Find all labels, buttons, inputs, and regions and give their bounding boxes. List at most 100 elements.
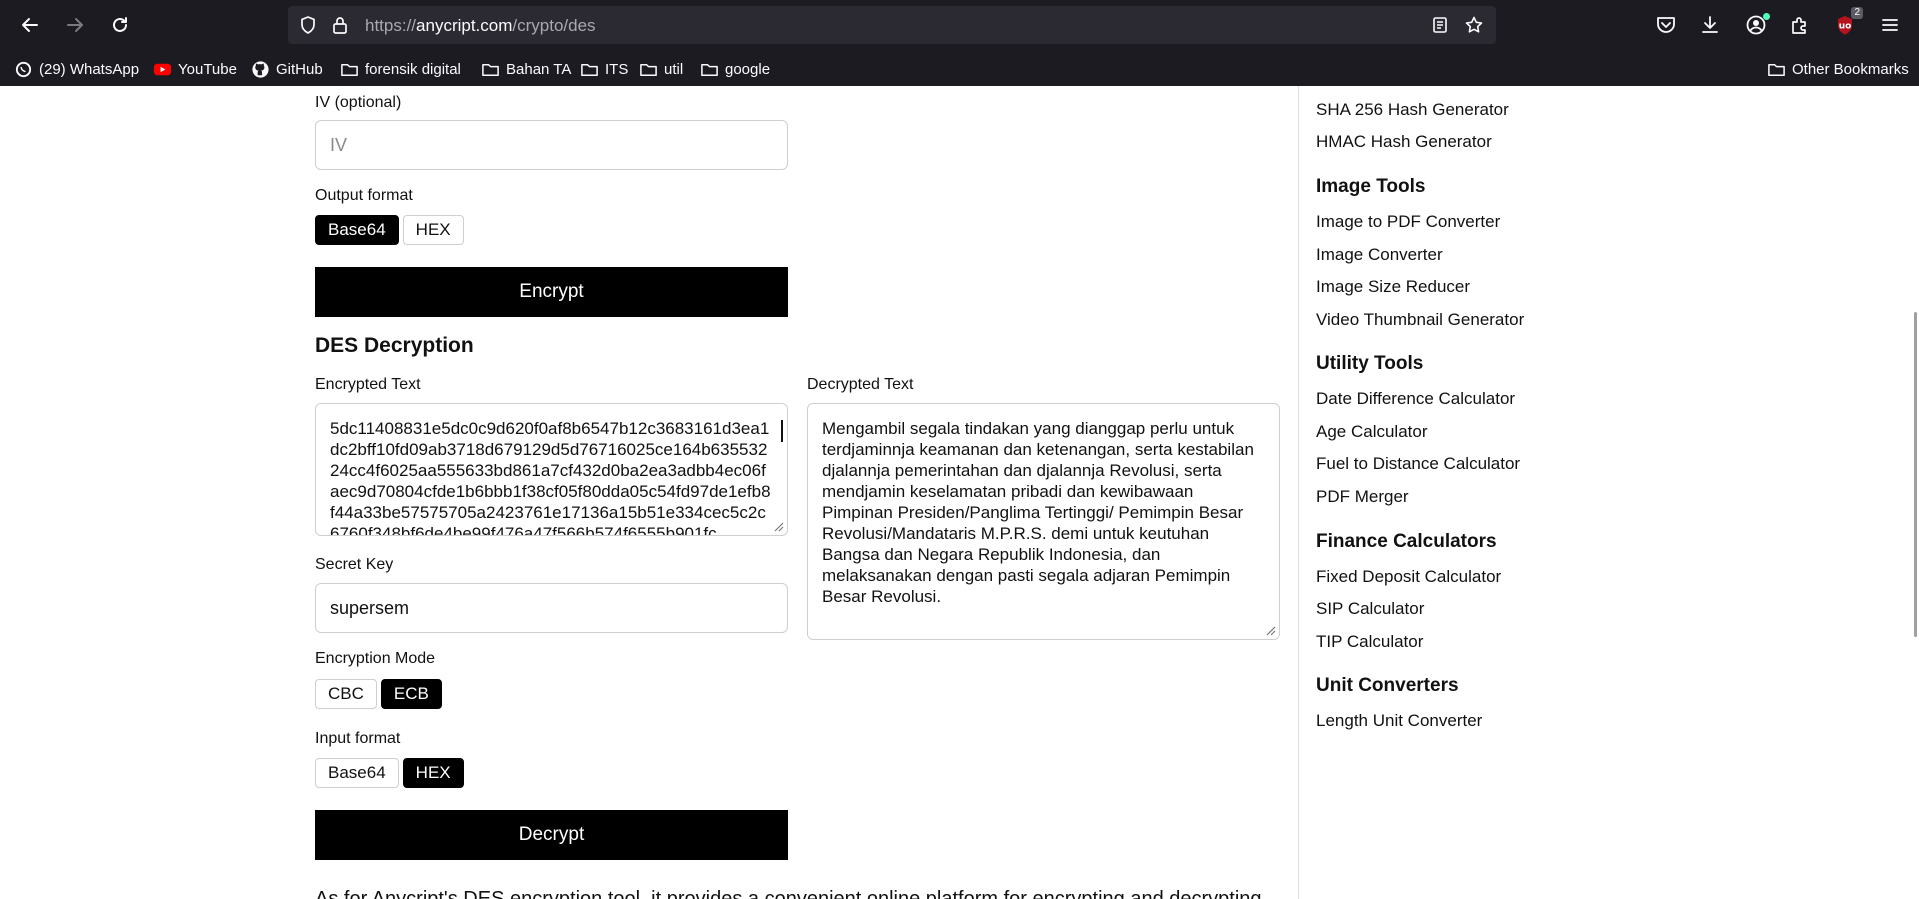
sidebar-link-hmac[interactable]: HMAC Hash Generator — [1316, 132, 1492, 152]
bookmark-label: Bahan TA — [506, 60, 572, 78]
bookmarks-bar: (29) WhatsApp YouTube GitHub forensik di… — [0, 52, 1919, 84]
forward-button[interactable] — [59, 9, 91, 41]
encryption-mode-toggle: CBC ECB — [315, 679, 442, 709]
bookmark-label: google — [725, 60, 771, 78]
folder-icon — [482, 63, 499, 76]
bookmark-label: ITS — [605, 60, 629, 78]
resize-grip-icon[interactable] — [1264, 624, 1276, 636]
browser-toolbar: https://anycript.com/crypto/des uo 2 — [0, 0, 1919, 50]
bookmark-whatsapp[interactable]: (29) WhatsApp — [14, 58, 139, 80]
url-domain: anycript.com — [416, 16, 513, 35]
bookmark-github[interactable]: GitHub — [251, 58, 323, 80]
sidebar-link-tip[interactable]: TIP Calculator — [1316, 632, 1423, 652]
whatsapp-icon — [15, 61, 32, 77]
input-format-base64[interactable]: Base64 — [315, 758, 399, 788]
url-bar[interactable]: https://anycript.com/crypto/des — [288, 6, 1496, 44]
folder-icon — [341, 63, 358, 76]
output-format-toggle: Base64 HEX — [315, 215, 464, 245]
svg-text:uo: uo — [1839, 22, 1852, 32]
youtube-icon — [153, 63, 172, 75]
bookmark-youtube[interactable]: YouTube — [153, 58, 237, 80]
browser-chrome: https://anycript.com/crypto/des uo 2 (29… — [0, 0, 1919, 86]
downloads-button[interactable] — [1696, 11, 1724, 39]
decrypted-text-area[interactable]: Mengambil segala tindakan yang dianggap … — [807, 403, 1280, 640]
folder-icon — [1768, 63, 1785, 76]
mode-cbc[interactable]: CBC — [315, 679, 377, 709]
reload-button[interactable] — [104, 9, 136, 41]
page-content: IV (optional) Output format Base64 HEX E… — [0, 86, 1919, 899]
extensions-button[interactable] — [1786, 11, 1814, 39]
arrow-right-icon — [67, 18, 83, 32]
sidebar-link-video-thumbnail[interactable]: Video Thumbnail Generator — [1316, 310, 1524, 330]
sidebar-link-length-unit[interactable]: Length Unit Converter — [1316, 711, 1482, 731]
pocket-button[interactable] — [1652, 11, 1680, 39]
notification-dot — [1763, 13, 1770, 20]
sidebar-heading-image-tools: Image Tools — [1316, 176, 1426, 197]
sidebar-link-fuel-distance[interactable]: Fuel to Distance Calculator — [1316, 454, 1520, 474]
bookmark-label: forensik digital — [365, 60, 461, 78]
sidebar-link-date-difference[interactable]: Date Difference Calculator — [1316, 389, 1515, 409]
other-bookmarks-label: Other Bookmarks — [1792, 60, 1909, 78]
text-caret — [781, 420, 783, 442]
bookmark-folder-its[interactable]: ITS — [580, 58, 628, 80]
menu-button[interactable] — [1876, 11, 1904, 39]
input-format-toggle: Base64 HEX — [315, 758, 464, 788]
sidebar-link-pdf-merger[interactable]: PDF Merger — [1316, 487, 1409, 507]
output-format-label: Output format — [315, 187, 413, 204]
other-bookmarks[interactable]: Other Bookmarks — [1767, 58, 1909, 80]
account-button[interactable] — [1742, 11, 1770, 39]
sidebar-heading-finance: Finance Calculators — [1316, 531, 1497, 552]
shield-icon[interactable] — [298, 15, 318, 35]
back-button[interactable] — [14, 9, 46, 41]
iv-input[interactable] — [316, 121, 787, 169]
resize-grip-icon[interactable] — [772, 520, 784, 532]
encryption-mode-label: Encryption Mode — [315, 650, 436, 667]
ublock-button[interactable]: uo 2 — [1831, 7, 1863, 39]
hamburger-icon — [1882, 19, 1898, 31]
sidebar-link-fixed-deposit[interactable]: Fixed Deposit Calculator — [1316, 567, 1501, 587]
bookmark-label: util — [664, 60, 684, 78]
reload-icon — [113, 17, 127, 32]
decryption-title: DES Decryption — [315, 334, 474, 357]
folder-icon — [581, 63, 598, 76]
download-icon — [1702, 16, 1718, 33]
mode-ecb[interactable]: ECB — [380, 679, 442, 709]
extension-badge: 2 — [1851, 7, 1863, 19]
reader-view-icon[interactable] — [1430, 15, 1450, 35]
sidebar-link-image-to-pdf[interactable]: Image to PDF Converter — [1316, 212, 1500, 232]
sidebar-link-sha256[interactable]: SHA 256 Hash Generator — [1316, 100, 1509, 120]
url-prefix: https:// — [365, 16, 417, 35]
sidebar-link-image-converter[interactable]: Image Converter — [1316, 245, 1443, 265]
url-path: /crypto/des — [512, 16, 596, 35]
bookmark-label: GitHub — [276, 60, 323, 78]
input-format-hex[interactable]: HEX — [402, 758, 464, 788]
lock-icon[interactable] — [330, 15, 350, 35]
bookmark-folder-forensik[interactable]: forensik digital — [340, 58, 461, 80]
github-icon — [252, 60, 269, 78]
folder-icon — [701, 63, 718, 76]
star-icon[interactable] — [1464, 15, 1484, 35]
secret-key-input[interactable] — [316, 584, 787, 632]
decrypt-button[interactable]: Decrypt — [315, 810, 788, 860]
puzzle-icon — [1792, 17, 1806, 34]
decrypted-text-label: Decrypted Text — [807, 376, 914, 393]
encrypt-button[interactable]: Encrypt — [315, 267, 788, 317]
sidebar-link-sip[interactable]: SIP Calculator — [1316, 599, 1424, 619]
page-scrollbar[interactable] — [1914, 312, 1917, 637]
sidebar-link-image-size-reducer[interactable]: Image Size Reducer — [1316, 277, 1470, 297]
bookmark-folder-bahan-ta[interactable]: Bahan TA — [481, 58, 571, 80]
encrypted-text-area[interactable]: 5dc11408831e5dc0c9d620f0af8b6547b12c3683… — [315, 403, 788, 536]
sidebar-heading-utility-tools: Utility Tools — [1316, 353, 1424, 374]
description-paragraph: As for Anycript's DES encryption tool, i… — [315, 888, 1262, 899]
bookmark-folder-google[interactable]: google — [700, 58, 770, 80]
output-format-hex[interactable]: HEX — [402, 215, 464, 245]
pocket-icon — [1657, 17, 1675, 33]
output-format-base64[interactable]: Base64 — [315, 215, 399, 245]
sidebar-link-age-calculator[interactable]: Age Calculator — [1316, 422, 1428, 442]
secret-key-field[interactable] — [315, 583, 788, 633]
input-format-label: Input format — [315, 730, 401, 747]
bookmark-folder-util[interactable]: util — [639, 58, 683, 80]
sidebar-heading-unit-converters: Unit Converters — [1316, 675, 1459, 696]
iv-field[interactable] — [315, 120, 788, 170]
url-text[interactable]: https://anycript.com/crypto/des — [365, 16, 596, 36]
